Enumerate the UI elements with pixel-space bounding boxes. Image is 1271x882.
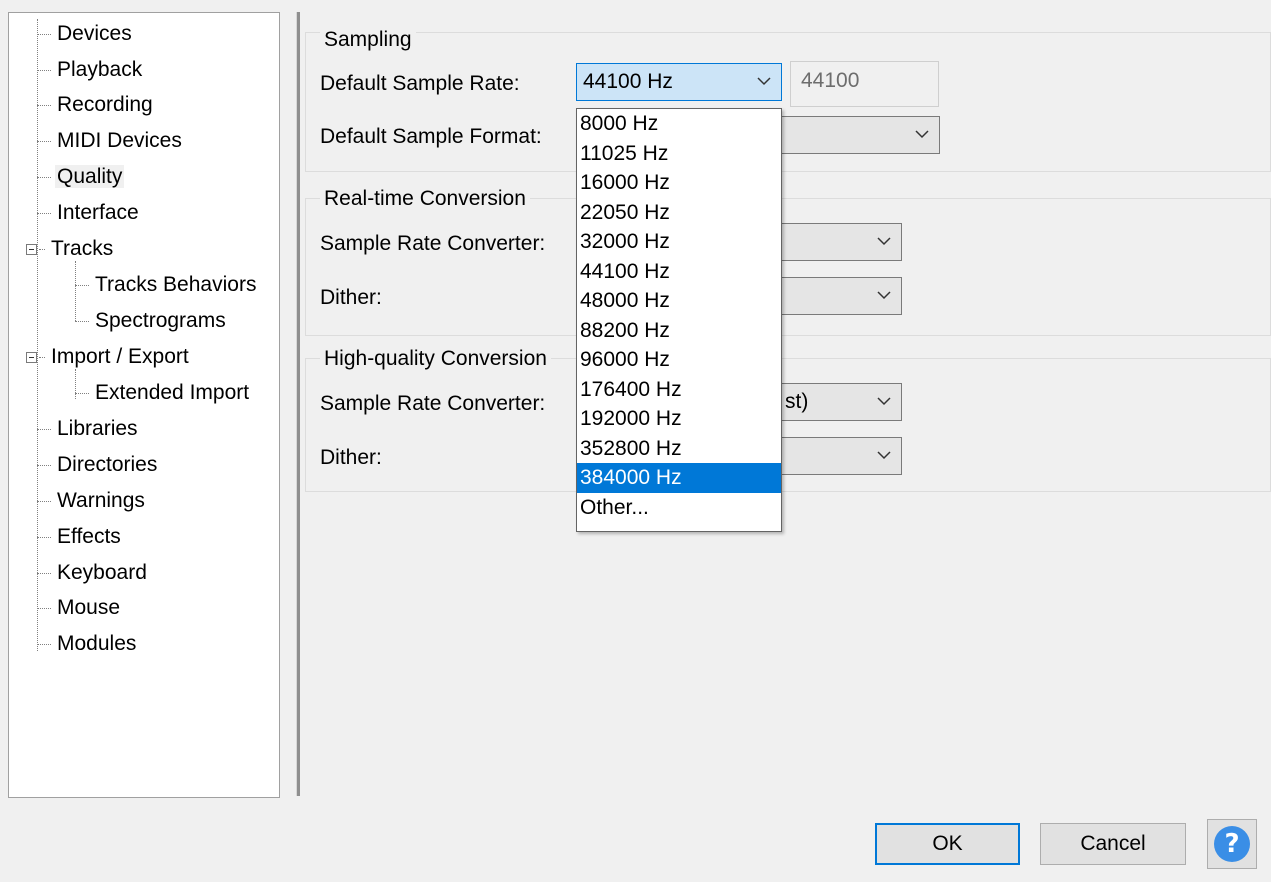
realtime-sample-rate-converter-label: Sample Rate Converter: xyxy=(320,232,546,255)
dropdown-option[interactable]: 352800 Hz xyxy=(577,434,781,464)
sample-rate-text-value: 44100 xyxy=(801,69,860,92)
default-sample-rate-value: 44100 Hz xyxy=(583,70,673,93)
dropdown-option[interactable]: 176400 Hz xyxy=(577,375,781,405)
sample-rate-dropdown-list[interactable]: 8000 Hz 11025 Hz 16000 Hz 22050 Hz 32000… xyxy=(576,108,782,532)
tree-item-libraries[interactable]: Libraries xyxy=(37,414,140,444)
panel-splitter[interactable] xyxy=(296,12,300,796)
default-sample-format-label: Default Sample Format: xyxy=(320,125,542,148)
tree-dots xyxy=(37,536,51,538)
tree-dots xyxy=(37,69,51,71)
tree-item-label: Interface xyxy=(57,201,139,225)
tree-item-label: Modules xyxy=(57,632,137,656)
collapse-toggle-icon[interactable] xyxy=(26,351,37,363)
default-sample-rate-label: Default Sample Rate: xyxy=(320,72,520,95)
realtime-conversion-title: Real-time Conversion xyxy=(320,186,530,212)
help-icon: ? xyxy=(1214,826,1250,862)
realtime-dither-label: Dither: xyxy=(320,286,382,309)
tree-item-extended-import[interactable]: Extended Import xyxy=(75,378,251,408)
dropdown-option-other[interactable]: Other... xyxy=(577,493,781,523)
tree-item-label: Keyboard xyxy=(57,561,147,585)
cancel-button[interactable]: Cancel xyxy=(1040,823,1186,865)
tree-item-effects[interactable]: Effects xyxy=(37,522,123,552)
dropdown-option[interactable]: 44100 Hz xyxy=(577,257,781,287)
hq-sample-rate-converter-value: st) xyxy=(785,390,809,413)
tree-dots xyxy=(75,392,89,394)
chevron-down-icon xyxy=(757,77,771,86)
tree-item-label: Spectrograms xyxy=(95,309,226,333)
hq-sample-rate-converter-label: Sample Rate Converter: xyxy=(320,392,546,415)
tree-dots xyxy=(37,428,51,430)
tree-item-label: Effects xyxy=(57,525,121,549)
chevron-down-icon xyxy=(877,237,891,246)
realtime-conversion-group xyxy=(305,198,1271,336)
dropdown-option-highlighted[interactable]: 384000 Hz xyxy=(577,463,781,493)
chevron-down-icon xyxy=(877,397,891,406)
tree-item-label: Directories xyxy=(57,453,158,477)
tree-dots xyxy=(37,572,51,574)
high-quality-conversion-title: High-quality Conversion xyxy=(320,346,551,372)
tree-item-tracks[interactable]: Tracks xyxy=(26,234,115,264)
dropdown-option[interactable]: 22050 Hz xyxy=(577,198,781,228)
tree-dots xyxy=(37,643,51,645)
dropdown-option[interactable]: 11025 Hz xyxy=(577,139,781,169)
sample-rate-text-field[interactable]: 44100 xyxy=(790,61,939,107)
tree-item-directories[interactable]: Directories xyxy=(37,450,159,480)
tree-item-mouse[interactable]: Mouse xyxy=(37,593,122,623)
hq-dither-label: Dither: xyxy=(320,446,382,469)
tree-item-modules[interactable]: Modules xyxy=(37,629,138,659)
dropdown-option[interactable]: 192000 Hz xyxy=(577,404,781,434)
tree-dots xyxy=(39,356,45,358)
dropdown-option[interactable]: 8000 Hz xyxy=(577,109,781,139)
tree-dots xyxy=(37,464,51,466)
tree-item-label: Tracks xyxy=(51,237,114,261)
dropdown-option[interactable]: 32000 Hz xyxy=(577,227,781,257)
tree-item-interface[interactable]: Interface xyxy=(37,198,141,228)
tree-item-recording[interactable]: Recording xyxy=(37,90,155,120)
tree-item-label: Import / Export xyxy=(51,345,189,369)
tree-item-label: Warnings xyxy=(57,489,145,513)
chevron-down-icon xyxy=(877,291,891,300)
tree-dots xyxy=(75,284,89,286)
tree-item-import-export[interactable]: Import / Export xyxy=(26,342,191,372)
chevron-down-icon xyxy=(877,451,891,460)
tree-item-tracks-behaviors[interactable]: Tracks Behaviors xyxy=(75,270,258,300)
tree-dots xyxy=(37,140,51,142)
tree-item-quality[interactable]: Quality xyxy=(37,162,125,192)
tree-dots xyxy=(39,248,45,250)
tree-item-label: Extended Import xyxy=(95,381,250,405)
tree-item-label: Tracks Behaviors xyxy=(95,273,257,297)
collapse-toggle-icon[interactable] xyxy=(26,243,37,255)
dropdown-option[interactable]: 48000 Hz xyxy=(577,286,781,316)
dropdown-option[interactable]: 88200 Hz xyxy=(577,316,781,346)
tree-item-label: Playback xyxy=(57,58,143,82)
tree-dots xyxy=(37,607,51,609)
dropdown-option[interactable]: 96000 Hz xyxy=(577,345,781,375)
tree-item-label: Libraries xyxy=(57,417,138,441)
tree-item-midi-devices[interactable]: MIDI Devices xyxy=(37,126,184,156)
tree-dots xyxy=(37,212,51,214)
chevron-down-icon xyxy=(915,130,929,139)
tree-item-warnings[interactable]: Warnings xyxy=(37,486,147,516)
tree-item-label: Quality xyxy=(55,165,125,189)
ok-button[interactable]: OK xyxy=(875,823,1020,865)
sampling-group-title: Sampling xyxy=(320,27,416,53)
tree-dots xyxy=(37,500,51,502)
help-button[interactable]: ? xyxy=(1207,819,1257,869)
tree-item-label: MIDI Devices xyxy=(57,129,182,153)
tree-item-spectrograms[interactable]: Spectrograms xyxy=(75,306,228,336)
default-sample-rate-combo[interactable]: 44100 Hz xyxy=(576,63,782,101)
tree-dots xyxy=(37,176,51,178)
tree-item-label: Devices xyxy=(57,22,132,46)
tree-dots xyxy=(37,33,51,35)
preferences-category-tree[interactable]: Devices Playback Recording MIDI Devices … xyxy=(8,12,280,798)
dropdown-option[interactable]: 16000 Hz xyxy=(577,168,781,198)
tree-item-label: Mouse xyxy=(57,596,121,620)
tree-item-keyboard[interactable]: Keyboard xyxy=(37,558,149,588)
tree-dots xyxy=(37,104,51,106)
tree-item-playback[interactable]: Playback xyxy=(37,55,144,85)
tree-dots xyxy=(75,320,89,322)
tree-item-devices[interactable]: Devices xyxy=(37,19,134,49)
tree-item-label: Recording xyxy=(57,93,153,117)
